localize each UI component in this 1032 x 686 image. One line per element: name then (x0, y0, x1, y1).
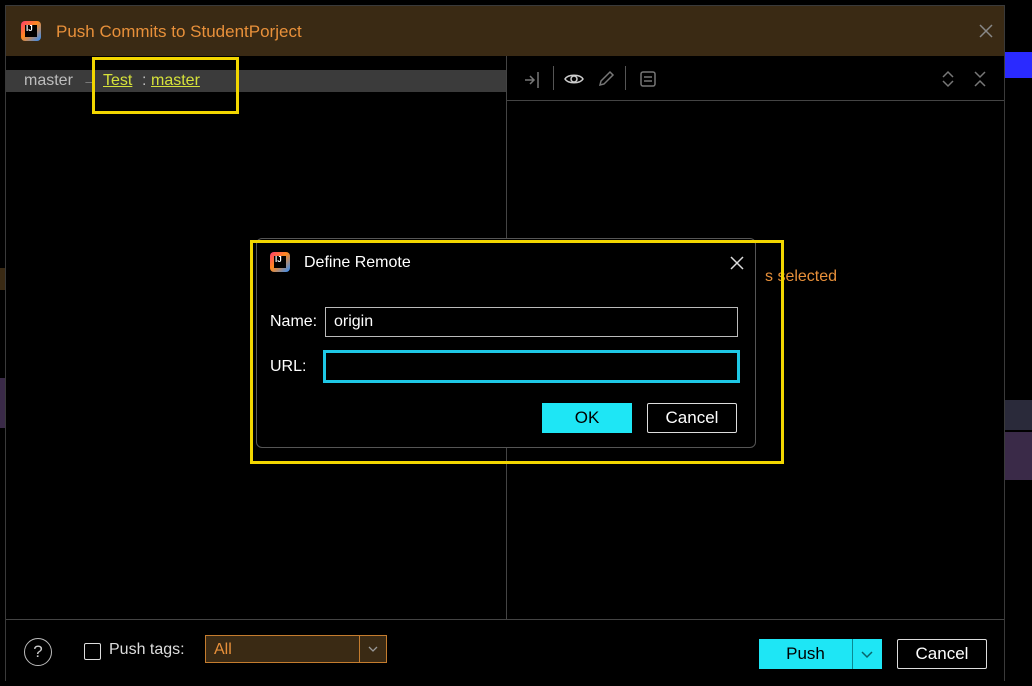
push-tags-select[interactable]: All (205, 635, 387, 663)
diff-icon[interactable] (637, 68, 659, 90)
cancel-button[interactable]: Cancel (897, 639, 987, 669)
collapse-arrows-icon[interactable] (522, 68, 544, 90)
eye-icon[interactable] (563, 68, 585, 90)
chevron-down-icon[interactable] (359, 636, 386, 662)
background-window-strip (1005, 432, 1032, 480)
push-button[interactable]: Push (759, 639, 852, 669)
source-branch: master (24, 72, 73, 89)
help-button[interactable]: ? (24, 638, 52, 666)
background-window-strip (1005, 52, 1032, 78)
push-tags-label: Push tags: (109, 641, 185, 658)
changes-toolbar (507, 56, 1004, 101)
collapse-all-icon[interactable] (969, 68, 991, 90)
intellij-logo-icon: IJ (21, 21, 41, 41)
dialog-titlebar: IJ Push Commits to StudentPorject (6, 6, 1004, 56)
expand-all-icon[interactable] (937, 68, 959, 90)
toolbar-separator (553, 66, 554, 90)
highlight-box (250, 240, 784, 464)
close-icon[interactable] (978, 23, 994, 44)
push-tags-value: All (214, 641, 232, 658)
branch-row[interactable]: master → Test : master (6, 70, 506, 92)
dialog-footer: ? Push tags: All Push Cancel (6, 619, 1004, 681)
push-options-dropdown[interactable] (852, 639, 882, 669)
pencil-icon[interactable] (595, 68, 617, 90)
background-window-strip (1005, 400, 1032, 430)
toolbar-separator (625, 66, 626, 90)
push-tags-checkbox[interactable] (84, 643, 101, 660)
dialog-title: Push Commits to StudentPorject (56, 22, 302, 41)
highlight-box (92, 57, 239, 114)
